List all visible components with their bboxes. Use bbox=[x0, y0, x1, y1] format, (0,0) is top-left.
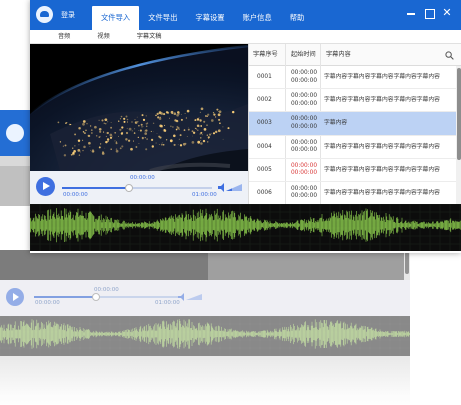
menu-subtitle-settings[interactable]: 字幕设置 bbox=[186, 6, 233, 30]
progress-fill bbox=[62, 187, 129, 189]
audio-waveform[interactable] bbox=[30, 204, 461, 251]
play-button[interactable] bbox=[36, 177, 55, 196]
background-end-time: 01:00:00 bbox=[155, 300, 180, 306]
table-row[interactable]: 0006 00:00:00 00:00:00 字幕内容字幕内容字幕内容字幕内容字幕… bbox=[249, 182, 456, 206]
row-text[interactable]: 字幕内容字幕内容字幕内容字幕内容字幕内容 bbox=[324, 182, 452, 204]
video-preview[interactable] bbox=[30, 44, 248, 171]
start-time: 00:00:00 bbox=[63, 192, 88, 198]
row-text[interactable]: 字幕内容 bbox=[324, 112, 452, 134]
table-body: 0001 00:00:00 00:00:00 字幕内容字幕内容字幕内容字幕内容字幕… bbox=[249, 66, 456, 206]
table-header: 字幕序号 起始时间 字幕内容 bbox=[249, 44, 461, 66]
main-window: 登录 文件导入 文件导出 字幕设置 账户信息 帮助 ✕ 音频 视频 字幕文稿 0… bbox=[30, 0, 461, 253]
row-number: 0003 bbox=[257, 120, 272, 127]
background-panel bbox=[0, 156, 30, 166]
background-progress-bar bbox=[34, 293, 184, 301]
row-number: 0002 bbox=[257, 97, 272, 104]
progress-knob[interactable] bbox=[125, 184, 133, 192]
progress-bar[interactable] bbox=[62, 184, 212, 192]
background-player bbox=[0, 280, 410, 316]
video-frame-image bbox=[30, 44, 248, 171]
menu-file-export[interactable]: 文件导出 bbox=[139, 6, 186, 30]
table-row[interactable]: 0005 00:00:00 00:00:00 字幕内容字幕内容字幕内容字幕内容字幕… bbox=[249, 159, 456, 182]
table-row-selected[interactable]: 0003 00:00:00 00:00:00 字幕内容 bbox=[249, 112, 456, 136]
top-menu: 文件导入 文件导出 字幕设置 账户信息 帮助 bbox=[92, 6, 313, 30]
background-titlebar bbox=[0, 110, 30, 156]
table-scrollbar[interactable] bbox=[456, 66, 461, 204]
menu-help[interactable]: 帮助 bbox=[281, 6, 314, 30]
row-text[interactable]: 字幕内容字幕内容字幕内容字幕内容字幕内容 bbox=[324, 136, 452, 158]
menu-file-import[interactable]: 文件导入 bbox=[92, 6, 140, 30]
row-number: 0006 bbox=[257, 189, 272, 196]
subtitle-table: 字幕序号 起始时间 字幕内容 0001 00:00:00 00:00:00 字幕内… bbox=[248, 44, 461, 206]
maximize-icon[interactable] bbox=[424, 8, 435, 19]
background-waveform bbox=[0, 316, 410, 356]
player-controls: 00:00:00 00:00:00 01:00:00 bbox=[30, 171, 248, 204]
header-subtitle-content[interactable]: 字幕内容 bbox=[326, 44, 351, 66]
close-icon[interactable]: ✕ bbox=[442, 7, 452, 18]
minimize-icon[interactable] bbox=[406, 8, 416, 18]
tab-video[interactable]: 视频 bbox=[97, 30, 109, 43]
titlebar: 登录 文件导入 文件导出 字幕设置 账户信息 帮助 ✕ bbox=[30, 0, 461, 30]
end-time: 01:00:00 bbox=[192, 192, 217, 198]
current-time: 00:00:00 bbox=[130, 175, 155, 181]
header-start-time[interactable]: 起始时间 bbox=[291, 44, 316, 66]
row-number: 0004 bbox=[257, 143, 272, 150]
tab-audio[interactable]: 音频 bbox=[58, 30, 70, 43]
background-play-icon bbox=[6, 288, 24, 306]
login-link[interactable]: 登录 bbox=[61, 10, 75, 20]
table-row[interactable]: 0001 00:00:00 00:00:00 字幕内容字幕内容字幕内容字幕内容字幕… bbox=[249, 66, 456, 90]
volume-icon[interactable] bbox=[218, 183, 242, 192]
sub-tabs: 音频 视频 字幕文稿 bbox=[30, 30, 461, 44]
scrollbar-thumb[interactable] bbox=[457, 68, 461, 160]
header-subtitle-number[interactable]: 字幕序号 bbox=[253, 44, 278, 66]
row-text[interactable]: 字幕内容字幕内容字幕内容字幕内容字幕内容 bbox=[324, 66, 452, 88]
menu-account-info[interactable]: 账户信息 bbox=[234, 6, 281, 30]
row-text[interactable]: 字幕内容字幕内容字幕内容字幕内容字幕内容 bbox=[324, 159, 452, 181]
row-number: 0005 bbox=[257, 166, 272, 173]
search-icon[interactable] bbox=[445, 51, 454, 60]
background-reflection bbox=[0, 356, 410, 405]
row-number: 0001 bbox=[257, 74, 272, 80]
app-logo-icon bbox=[36, 6, 53, 23]
background-panel bbox=[0, 166, 30, 206]
table-row[interactable]: 0004 00:00:00 00:00:00 字幕内容字幕内容字幕内容字幕内容字幕… bbox=[249, 136, 456, 159]
background-volume-icon bbox=[178, 293, 202, 301]
background-logo-icon bbox=[6, 124, 24, 142]
background-panel bbox=[0, 250, 208, 280]
background-start-time: 00:00:00 bbox=[35, 300, 60, 306]
tab-subtitle-script[interactable]: 字幕文稿 bbox=[137, 30, 162, 43]
table-row[interactable]: 0002 00:00:00 00:00:00 字幕内容字幕内容字幕内容字幕内容字幕… bbox=[249, 89, 456, 113]
row-text[interactable]: 字幕内容字幕内容字幕内容字幕内容字幕内容 bbox=[324, 89, 452, 111]
background-current-time: 00:00:00 bbox=[94, 287, 119, 293]
